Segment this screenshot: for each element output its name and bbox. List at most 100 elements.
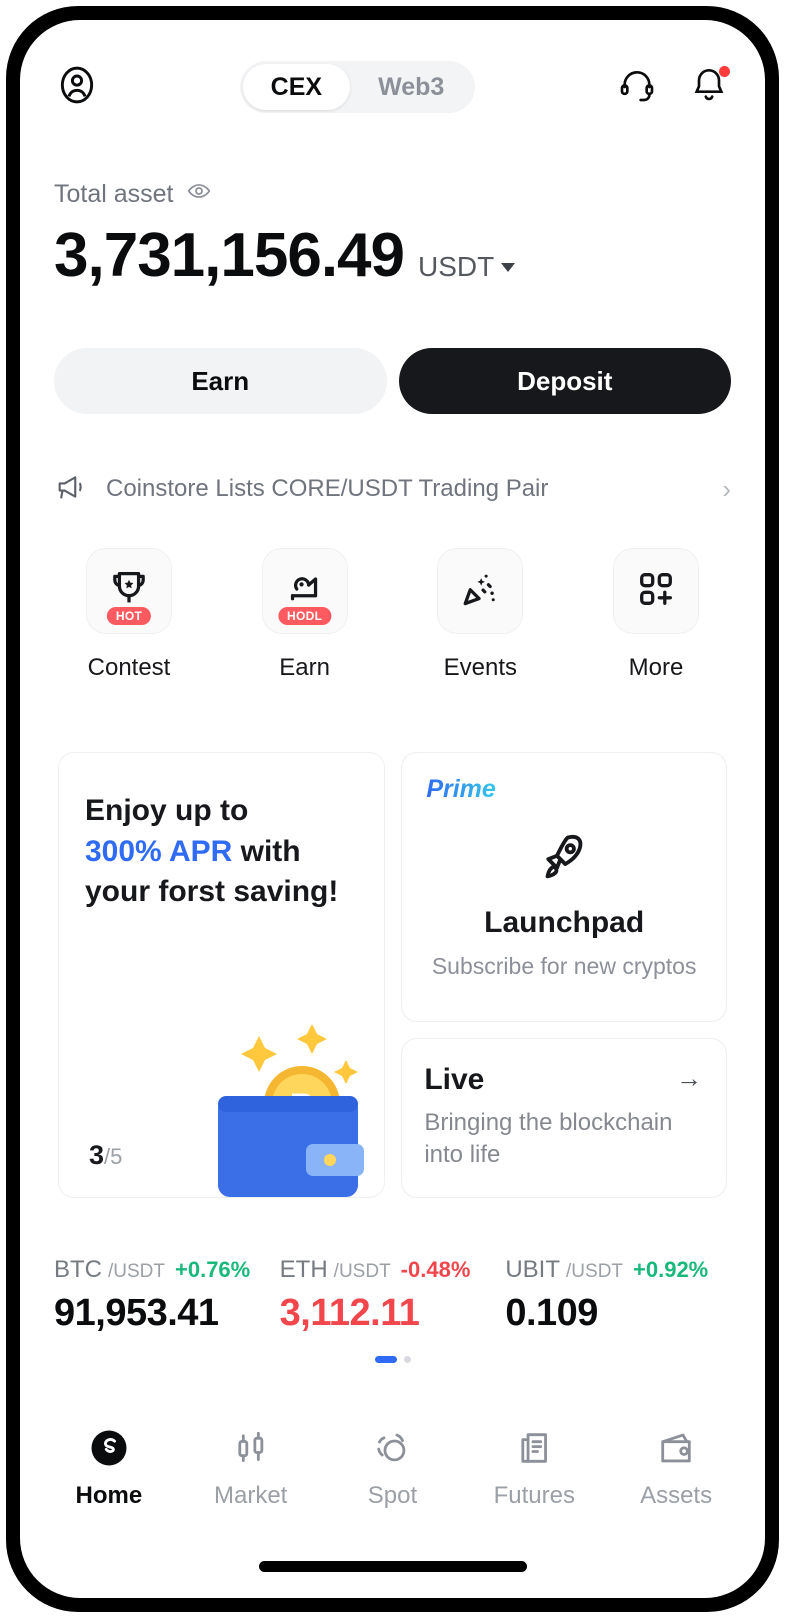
document-chart-icon xyxy=(513,1424,555,1472)
chevron-right-icon[interactable]: › xyxy=(722,476,731,502)
ticker-btc-change: +0.76% xyxy=(175,1257,251,1282)
ticker-eth-price: 3,112.11 xyxy=(279,1292,420,1334)
nav-item-futures[interactable]: Futures xyxy=(469,1424,599,1510)
nav-label-futures: Futures xyxy=(493,1482,575,1509)
bottom-navigation: Home Market Spot Futures Assets xyxy=(20,1424,765,1544)
home-indicator xyxy=(258,1561,527,1572)
quick-action-events[interactable]: Events xyxy=(405,548,555,682)
nav-item-home[interactable]: Home xyxy=(44,1424,174,1510)
ticker-eth-head: ETH/USDT -0.48% xyxy=(280,1256,506,1284)
top-bar: CEX Web3 xyxy=(54,56,731,118)
ticker-eth[interactable]: ETH/USDT -0.48% 3,112.11 xyxy=(280,1256,506,1335)
carousel-dot[interactable] xyxy=(403,1356,411,1363)
total-asset-label: Total asset xyxy=(54,180,174,208)
quick-action-label-earn: Earn xyxy=(279,654,330,681)
candlestick-icon xyxy=(230,1424,272,1472)
support-button[interactable] xyxy=(615,65,659,109)
savings-promo-text: Enjoy up to 300% APR with your forst sav… xyxy=(85,791,358,913)
nav-item-market[interactable]: Market xyxy=(186,1424,316,1510)
primary-actions: Earn Deposit xyxy=(54,348,731,414)
total-asset-amount: 3,731,156.49 xyxy=(54,221,405,290)
earn-button[interactable]: Earn xyxy=(54,348,387,414)
earn-badge: HODL xyxy=(278,607,332,625)
quick-action-label-more: More xyxy=(628,654,684,681)
headset-icon xyxy=(617,65,657,110)
ticker-btc-head: BTC/USDT +0.76% xyxy=(54,1256,280,1284)
carousel-dot-active[interactable] xyxy=(374,1356,397,1363)
ticker-ubit-price: 0.109 xyxy=(505,1292,598,1334)
megaphone-icon xyxy=(54,470,88,509)
launchpad-subtitle: Subscribe for new cryptos xyxy=(431,953,697,979)
promo-line-1: Enjoy up to xyxy=(85,794,249,827)
events-tile[interactable] xyxy=(437,548,524,634)
ticker-eth-change: -0.48% xyxy=(400,1257,471,1282)
total-asset-label-row: Total asset xyxy=(54,178,212,211)
eye-icon[interactable] xyxy=(186,178,212,211)
launchpad-card[interactable]: Prime Launchpad Subscribe for new crypto… xyxy=(401,752,727,1022)
contest-tile[interactable]: HOT xyxy=(86,548,172,634)
ticker-eth-base: ETH xyxy=(279,1256,328,1283)
ticker-eth-quote: /USDT xyxy=(333,1261,391,1282)
ticker-carousel-dots[interactable] xyxy=(20,1356,765,1363)
confetti-icon xyxy=(457,566,503,617)
ticker-btc-quote: /USDT xyxy=(108,1261,165,1282)
swap-circles-icon xyxy=(371,1424,413,1472)
ticker-ubit-quote: /USDT xyxy=(566,1261,624,1282)
phone-screen: CEX Web3 Total asset 3,731,156.49 USDT E… xyxy=(20,20,765,1598)
nav-item-spot[interactable]: Spot xyxy=(327,1424,457,1510)
currency-label: USDT xyxy=(418,251,495,282)
grid-plus-icon xyxy=(634,567,678,616)
nav-item-assets[interactable]: Assets xyxy=(611,1424,741,1510)
announcement-bar[interactable]: Coinstore Lists CORE/USDT Trading Pair › xyxy=(54,462,731,516)
profile-button[interactable] xyxy=(54,64,100,110)
more-tile[interactable] xyxy=(612,548,699,634)
promo-right-column: Prime Launchpad Subscribe for new crypto… xyxy=(401,752,727,1198)
launchpad-title: Launchpad xyxy=(484,906,645,939)
prime-tag: Prime xyxy=(426,775,496,803)
earn-tile[interactable]: HODL xyxy=(261,548,348,634)
total-asset-value-row: 3,731,156.49 USDT xyxy=(54,221,516,290)
top-icon-group xyxy=(615,65,731,109)
nav-label-spot: Spot xyxy=(367,1482,418,1509)
contest-badge: HOT xyxy=(106,607,152,625)
nav-label-home: Home xyxy=(75,1482,143,1509)
savings-promo-card[interactable]: Enjoy up to 300% APR with your forst sav… xyxy=(58,752,386,1198)
live-title: Live xyxy=(424,1063,485,1096)
ticker-ubit-change: +0.92% xyxy=(633,1257,709,1282)
promo-line-3: your forst saving! xyxy=(85,875,339,908)
ticker-btc-base: BTC xyxy=(54,1256,102,1283)
nav-label-assets: Assets xyxy=(640,1482,713,1509)
user-circle-icon xyxy=(55,63,99,112)
ticker-ubit-head: UBIT/USDT +0.92% xyxy=(505,1256,731,1284)
tab-web3[interactable]: Web3 xyxy=(350,64,472,110)
tab-cex[interactable]: CEX xyxy=(242,64,351,110)
ticker-btc-price: 91,953.41 xyxy=(54,1292,219,1334)
wallet-bitcoin-illustration: B xyxy=(190,1022,370,1197)
quick-action-label-events: Events xyxy=(443,654,517,681)
currency-selector[interactable]: USDT xyxy=(418,251,516,283)
promo-counter-total: /5 xyxy=(104,1144,123,1169)
notifications-button[interactable] xyxy=(687,65,731,109)
quick-action-contest[interactable]: HOT Contest xyxy=(54,548,204,682)
live-card[interactable]: Live → Bringing the blockchain into life xyxy=(401,1038,727,1198)
coinstore-logo-icon xyxy=(88,1424,130,1472)
wallet-icon xyxy=(655,1424,697,1472)
quick-action-label-contest: Contest xyxy=(87,654,171,681)
quick-action-earn[interactable]: HODL Earn xyxy=(230,548,380,682)
quick-action-more[interactable]: More xyxy=(581,548,731,682)
promo-carousel-counter: 3/5 xyxy=(89,1140,122,1171)
deposit-button[interactable]: Deposit xyxy=(398,348,731,414)
promo-highlight: 300% APR xyxy=(85,834,233,868)
cex-web3-toggle[interactable]: CEX Web3 xyxy=(239,61,476,113)
phone-frame: CEX Web3 Total asset 3,731,156.49 USDT E… xyxy=(6,6,779,1612)
notification-badge xyxy=(718,66,730,77)
promo-section: Enjoy up to 300% APR with your forst sav… xyxy=(58,752,727,1198)
chevron-down-icon xyxy=(501,262,516,272)
arrow-right-icon[interactable]: → xyxy=(676,1065,702,1091)
quick-actions-row: HOT Contest HODL Earn Events More xyxy=(54,548,731,682)
live-subtitle: Bringing the blockchain into life xyxy=(424,1109,673,1169)
ticker-btc[interactable]: BTC/USDT +0.76% 91,953.41 xyxy=(54,1256,280,1335)
ticker-ubit[interactable]: UBIT/USDT +0.92% 0.109 xyxy=(505,1256,731,1335)
market-ticker-row: BTC/USDT +0.76% 91,953.41 ETH/USDT -0.48… xyxy=(54,1256,731,1335)
nav-label-market: Market xyxy=(214,1482,288,1509)
